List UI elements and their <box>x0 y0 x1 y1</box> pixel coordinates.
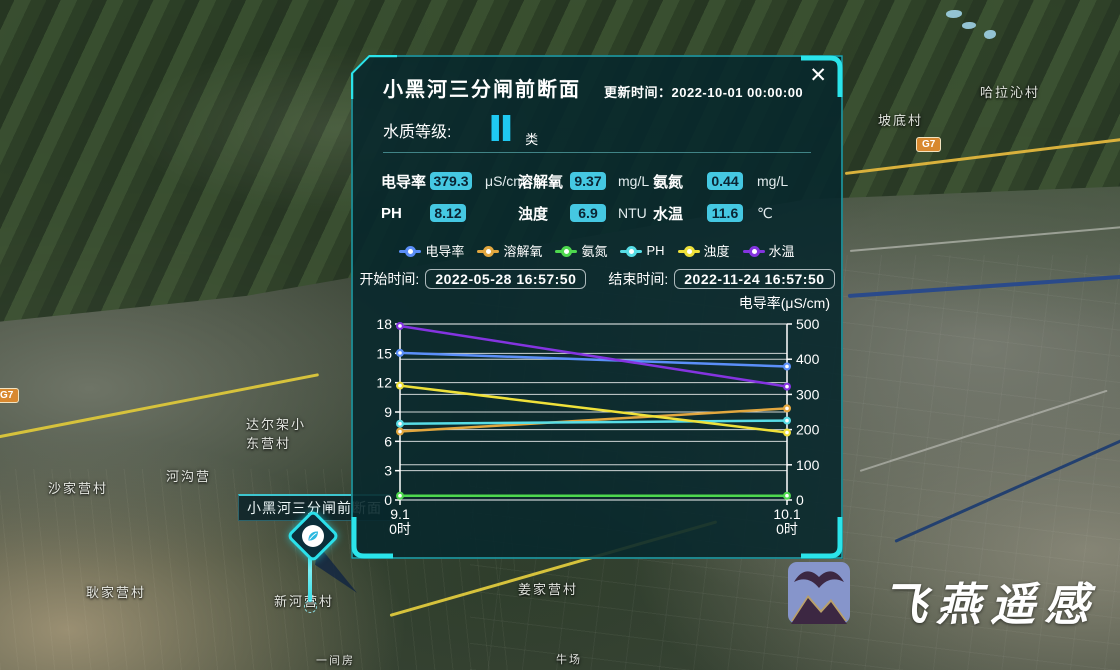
metric-unit: NTU <box>612 205 653 221</box>
legend-item-conductivity[interactable]: 电导率 <box>399 241 464 260</box>
metrics-grid: 电导率 379.3 μS/cm 溶解氧 9.37 mg/L 氨氮 0.44 mg… <box>381 165 788 229</box>
map-place-label: 沙家营村 <box>48 478 108 497</box>
svg-text:6: 6 <box>384 433 392 449</box>
metric-label: PH <box>381 205 430 222</box>
grade-label: 水质等级: <box>383 118 451 142</box>
map-place-label: 坡底村 <box>878 110 923 129</box>
legend-item-ammonia[interactable]: 氨氮 <box>555 241 607 260</box>
metric-value: 379.3 <box>430 172 472 190</box>
legend-label: 水温 <box>769 241 795 260</box>
map-place-label: 牛场 <box>556 651 582 667</box>
metric-label: 溶解氧 <box>518 171 570 192</box>
legend-label: 溶解氧 <box>503 241 542 260</box>
svg-text:10.1: 10.1 <box>773 506 800 522</box>
legend-marker <box>555 246 577 256</box>
metric-value: 8.12 <box>430 204 466 222</box>
company-logo: 飞燕遥感 <box>788 562 1098 633</box>
map-place-label: 哈拉沁村 <box>980 82 1040 101</box>
start-time-label: 开始时间: <box>359 269 419 289</box>
marker-anchor-point <box>304 600 317 613</box>
metric-label: 氨氮 <box>653 171 707 192</box>
legend-label: PH <box>646 243 664 258</box>
chart-legend: 电导率 溶解氧 氨氮 PH 浊度 水温 <box>351 241 843 260</box>
legend-item-ph[interactable]: PH <box>620 243 664 258</box>
svg-text:300: 300 <box>796 386 820 402</box>
grade-unit: 类 <box>525 129 538 148</box>
svg-text:0时: 0时 <box>776 521 798 537</box>
panel-title: 小黑河三分闸前断面 <box>383 73 581 102</box>
map-place-label: 河沟营 <box>166 466 211 485</box>
metric-value: 0.44 <box>707 172 743 190</box>
legend-label: 浊度 <box>704 241 730 260</box>
close-icon[interactable]: ✕ <box>809 65 827 86</box>
right-axis-title: 电导率(μS/cm) <box>739 293 830 313</box>
metric-label: 水温 <box>653 203 707 224</box>
svg-text:0时: 0时 <box>389 521 411 537</box>
metric-value: 6.9 <box>570 204 606 222</box>
road-white <box>850 226 1120 252</box>
metric-label: 浊度 <box>518 203 570 224</box>
map-place-label: 达尔架小 东营村 <box>246 414 306 452</box>
metric-label: 电导率 <box>381 171 430 192</box>
svg-text:18: 18 <box>376 316 392 332</box>
metric-unit: mg/L <box>612 173 653 189</box>
legend-marker <box>477 246 499 256</box>
legend-item-turbidity[interactable]: 浊度 <box>678 241 730 260</box>
leaf-icon <box>302 525 324 547</box>
time-range-row: 开始时间: 2022-05-28 16:57:50 结束时间: 2022-11-24… <box>351 269 843 289</box>
road-shield-g7: G7 <box>916 137 941 152</box>
update-time-value: 2022-10-01 00:00:00 <box>672 85 804 100</box>
svg-text:200: 200 <box>796 422 820 438</box>
svg-text:3: 3 <box>384 463 392 479</box>
legend-marker <box>620 246 642 256</box>
svg-text:100: 100 <box>796 457 820 473</box>
road-shield-g7: G7 <box>0 388 19 403</box>
map-place-label: 姜家营村 <box>518 579 578 598</box>
legend-label: 电导率 <box>425 241 464 260</box>
update-time: 更新时间：2022-10-01 00:00:00 <box>604 82 803 101</box>
grade-value: Ⅱ <box>488 113 514 147</box>
metric-unit: ℃ <box>751 205 788 222</box>
legend-item-water-temp[interactable]: 水温 <box>743 241 795 260</box>
legend-item-dissolved-oxygen[interactable]: 溶解氧 <box>477 241 542 260</box>
metric-unit: μS/cm <box>479 173 518 189</box>
legend-label: 氨氮 <box>581 241 607 260</box>
metric-unit: mg/L <box>751 173 788 189</box>
legend-marker <box>743 246 765 256</box>
svg-text:12: 12 <box>376 375 392 391</box>
metric-value: 11.6 <box>707 204 743 222</box>
svg-text:9: 9 <box>384 404 392 420</box>
start-time-input[interactable]: 2022-05-28 16:57:50 <box>425 269 586 289</box>
company-logo-icon <box>788 562 850 624</box>
company-logo-text: 飞燕遥感 <box>882 568 1098 633</box>
svg-text:500: 500 <box>796 316 820 332</box>
chart-canvas[interactable]: 036912151801002003004005009.10时10.10时 <box>371 311 837 543</box>
station-detail-panel: ✕ 小黑河三分闸前断面 更新时间：2022-10-01 00:00:00 水质等… <box>351 55 843 559</box>
map-place-label: 耿家营村 <box>86 582 146 601</box>
legend-marker <box>678 246 700 256</box>
map-place-label: 一间房 <box>316 652 355 668</box>
svg-text:15: 15 <box>376 345 392 361</box>
update-time-label: 更新时间： <box>604 85 672 100</box>
end-time-input[interactable]: 2022-11-24 16:57:50 <box>674 269 834 289</box>
svg-text:9.1: 9.1 <box>390 506 410 522</box>
metric-value: 9.37 <box>570 172 606 190</box>
divider <box>383 152 811 153</box>
legend-marker <box>399 246 421 256</box>
end-time-label: 结束时间: <box>608 269 668 289</box>
svg-text:400: 400 <box>796 351 820 367</box>
water-quality-grade: 水质等级: Ⅱ 类 <box>383 111 538 149</box>
